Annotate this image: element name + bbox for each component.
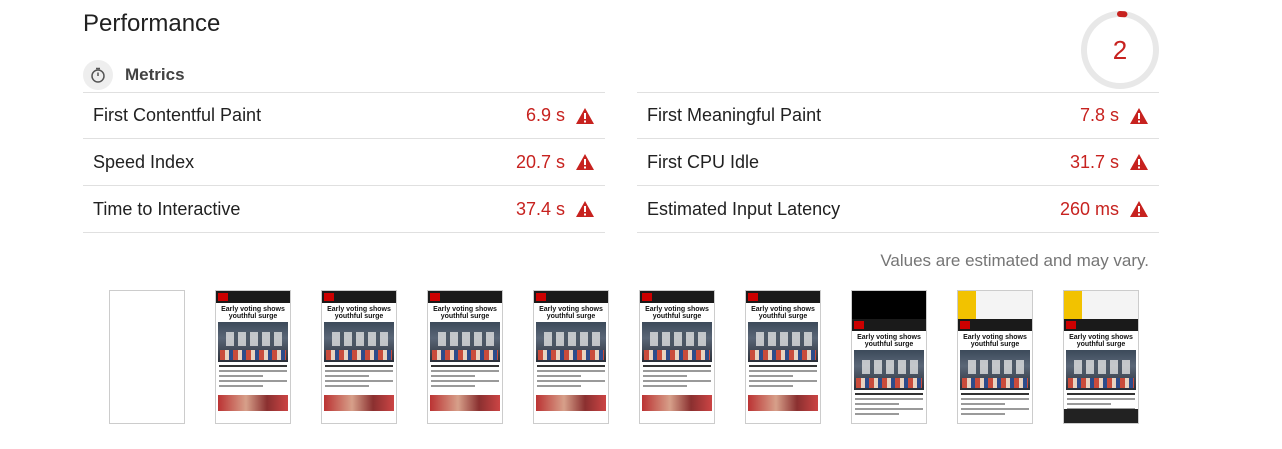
filmstrip-frame: Early voting shows youthful surge bbox=[1063, 290, 1139, 424]
metric-label: First Meaningful Paint bbox=[647, 105, 822, 125]
metric-speed-index[interactable]: Speed Index 20.7 s bbox=[83, 139, 605, 186]
metric-label: Time to Interactive bbox=[93, 198, 241, 219]
metric-value: 6.9 s bbox=[525, 105, 565, 125]
metric-estimated-input-latency[interactable]: Estimated Input Latency 260 ms bbox=[637, 186, 1159, 233]
warning-icon bbox=[575, 107, 595, 125]
frame-headline: Early voting shows youthful surge bbox=[327, 306, 391, 320]
metrics-column-left: First Contentful Paint 6.9 s Speed Index… bbox=[83, 92, 605, 233]
estimate-disclaimer: Values are estimated and may vary. bbox=[880, 251, 1149, 270]
metric-label: First Contentful Paint bbox=[93, 105, 262, 125]
frame-headline: Early voting shows youthful surge bbox=[857, 334, 921, 348]
warning-icon bbox=[575, 200, 595, 218]
frame-headline: Early voting shows youthful surge bbox=[963, 334, 1027, 348]
metric-time-to-interactive[interactable]: Time to Interactive 37.4 s bbox=[83, 186, 605, 233]
frame-headline: Early voting shows youthful surge bbox=[221, 306, 285, 320]
score-gauge: 2 bbox=[1080, 10, 1160, 90]
metric-label: Estimated Input Latency bbox=[647, 198, 841, 219]
metrics-column-right: First Meaningful Paint 7.8 s First CPU I… bbox=[637, 92, 1159, 233]
warning-icon bbox=[1129, 107, 1149, 125]
warning-icon bbox=[1129, 153, 1149, 171]
metric-first-cpu-idle[interactable]: First CPU Idle 31.7 s bbox=[637, 139, 1159, 186]
filmstrip-frame: Early voting shows youthful surge bbox=[745, 290, 821, 424]
metric-first-contentful-paint[interactable]: First Contentful Paint 6.9 s bbox=[83, 92, 605, 139]
performance-title: Performance bbox=[83, 10, 221, 37]
filmstrip-frame: Early voting shows youthful surge bbox=[215, 290, 291, 424]
metric-label: First CPU Idle bbox=[647, 151, 760, 172]
metric-value: 20.7 s bbox=[515, 151, 565, 172]
frame-headline: Early voting shows youthful surge bbox=[433, 306, 497, 320]
filmstrip-frame: Early voting shows youthful surge bbox=[957, 290, 1033, 424]
frame-headline: Early voting shows youthful surge bbox=[751, 306, 815, 320]
metrics-header: Metrics bbox=[83, 60, 185, 90]
warning-icon bbox=[575, 153, 595, 171]
filmstrip-frame: Early voting shows youthful surge bbox=[851, 290, 927, 424]
filmstrip-frame: Early voting shows youthful surge bbox=[639, 290, 715, 424]
frame-headline: Early voting shows youthful surge bbox=[645, 306, 709, 320]
metric-value: 7.8 s bbox=[1079, 105, 1119, 125]
metric-first-meaningful-paint[interactable]: First Meaningful Paint 7.8 s bbox=[637, 92, 1159, 139]
frame-headline: Early voting shows youthful surge bbox=[539, 306, 603, 320]
filmstrip-frame: Early voting shows youthful surge bbox=[427, 290, 503, 424]
metric-value: 31.7 s bbox=[1069, 151, 1119, 172]
filmstrip-frame: Early voting shows youthful surge bbox=[533, 290, 609, 424]
stopwatch-icon bbox=[83, 60, 113, 90]
warning-icon bbox=[1129, 200, 1149, 218]
metric-label: Speed Index bbox=[93, 151, 195, 172]
filmstrip-frame: Early voting shows youthful surge bbox=[321, 290, 397, 424]
metric-value: 37.4 s bbox=[515, 198, 565, 219]
frame-headline: Early voting shows youthful surge bbox=[1069, 334, 1133, 348]
metrics-header-label: Metrics bbox=[125, 65, 185, 84]
metric-value: 260 ms bbox=[1059, 198, 1119, 219]
score-value: 2 bbox=[1112, 35, 1128, 65]
filmstrip-frame bbox=[109, 290, 185, 424]
